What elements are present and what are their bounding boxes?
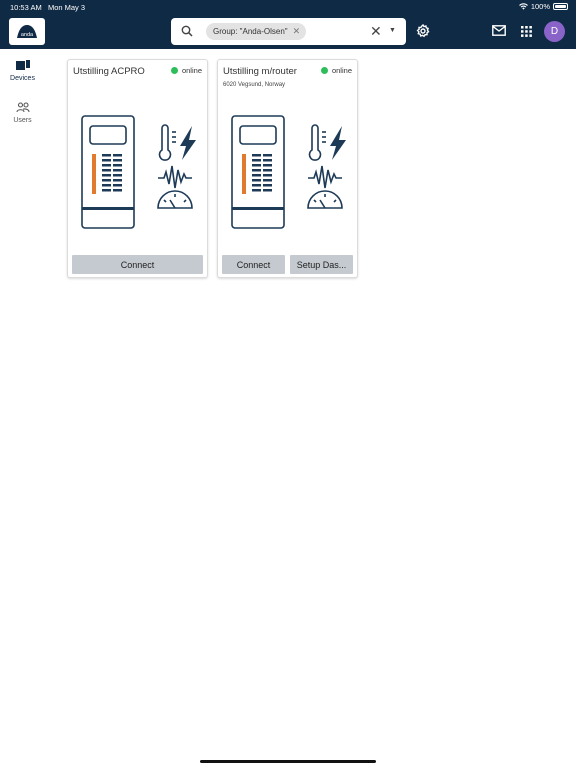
logo-text: anda bbox=[21, 32, 34, 38]
connect-button[interactable]: Connect bbox=[222, 255, 285, 274]
gauge-icon bbox=[307, 190, 343, 209]
device-card[interactable]: Utstilling m/router online 6020 Vegsund,… bbox=[217, 59, 358, 278]
cabinet-icon bbox=[231, 115, 285, 229]
battery-percent: 100% bbox=[530, 2, 550, 11]
users-icon bbox=[15, 102, 30, 113]
status-text: online bbox=[181, 66, 202, 75]
status-text: online bbox=[331, 66, 352, 75]
avatar[interactable]: D bbox=[544, 21, 565, 42]
device-illustration bbox=[81, 115, 196, 229]
device-name: Utstilling ACPRO bbox=[73, 66, 145, 77]
gauge-icon bbox=[157, 190, 193, 209]
device-name: Utstilling m/router bbox=[223, 66, 297, 77]
thermometer-icon bbox=[158, 124, 176, 161]
mail-icon[interactable] bbox=[492, 25, 506, 36]
status-time: 10:53 AM Mon May 3 bbox=[10, 3, 86, 12]
online-dot-icon bbox=[320, 67, 328, 74]
device-card[interactable]: Utstilling ACPRO online Connect bbox=[67, 59, 208, 278]
device-illustration bbox=[231, 115, 346, 229]
app-header: 10:53 AM Mon May 3 100% anda Group: "And… bbox=[0, 0, 576, 49]
chip-label: Group: "Anda-Olsen" bbox=[213, 27, 288, 36]
status-badge: online bbox=[170, 66, 202, 75]
device-location: 6020 Vegsund, Norway bbox=[223, 82, 286, 88]
thermometer-icon bbox=[308, 124, 326, 161]
group-filter-chip[interactable]: Group: "Anda-Olsen" ✕ bbox=[206, 23, 307, 40]
waveform-icon bbox=[308, 165, 342, 189]
lightning-icon bbox=[330, 126, 346, 160]
anda-logo-icon: anda bbox=[17, 24, 37, 38]
home-indicator[interactable] bbox=[200, 760, 376, 763]
devices-icon bbox=[15, 60, 30, 70]
nav-item-users[interactable]: Users bbox=[0, 102, 45, 124]
status-indicators: 100% bbox=[518, 2, 568, 11]
wifi-icon bbox=[518, 3, 528, 10]
nav-label-users: Users bbox=[13, 117, 32, 124]
search-icon bbox=[181, 25, 193, 37]
clear-search-icon[interactable]: ✕ bbox=[370, 23, 382, 40]
status-badge: online bbox=[320, 66, 352, 75]
online-dot-icon bbox=[170, 67, 178, 74]
setup-dashboard-button[interactable]: Setup Das... bbox=[290, 255, 353, 274]
chip-remove-icon[interactable]: ✕ bbox=[293, 26, 301, 37]
apps-grid-icon[interactable] bbox=[521, 26, 532, 37]
app-logo[interactable]: anda bbox=[9, 18, 45, 45]
lightning-icon bbox=[180, 126, 196, 160]
connect-button[interactable]: Connect bbox=[72, 255, 203, 274]
gear-icon[interactable] bbox=[416, 24, 430, 38]
chevron-down-icon[interactable]: ▼ bbox=[389, 27, 396, 34]
nav-item-devices[interactable]: Devices bbox=[0, 60, 45, 82]
cabinet-icon bbox=[81, 115, 135, 229]
nav-label-devices: Devices bbox=[10, 75, 35, 82]
waveform-icon bbox=[158, 165, 192, 189]
search-bar[interactable]: Group: "Anda-Olsen" ✕ ✕ ▼ bbox=[171, 18, 406, 45]
battery-icon bbox=[553, 3, 568, 10]
